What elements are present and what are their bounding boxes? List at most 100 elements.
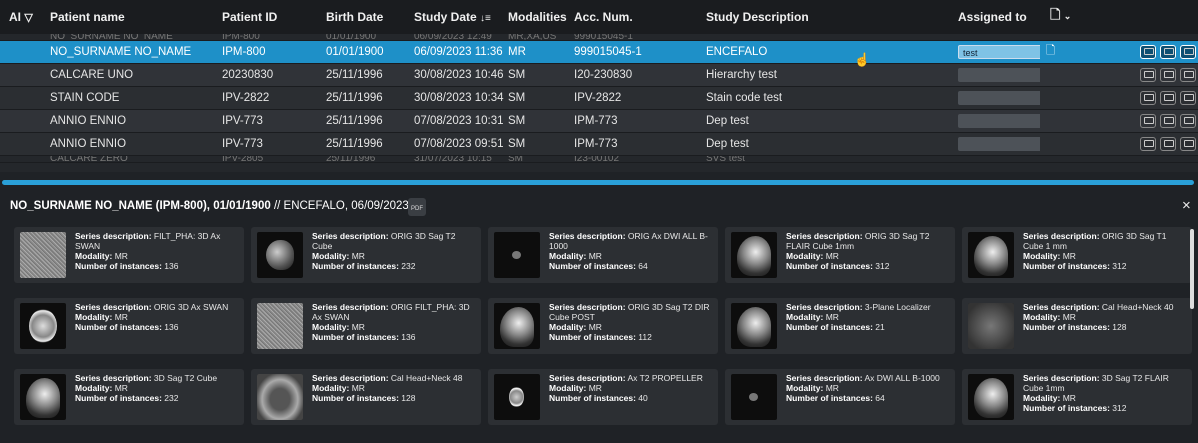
- series-thumbnail[interactable]: [968, 303, 1014, 349]
- cell-study-description: Hierarchy test: [686, 63, 942, 87]
- table-row[interactable]: STAIN CODE IPV-2822 25/11/1996 30/08/2023 1…: [0, 86, 1198, 110]
- header-study-description[interactable]: Study Description: [686, 0, 942, 34]
- header-assigned-to[interactable]: Assigned to: [942, 0, 1040, 34]
- open-report-button[interactable]: [1160, 45, 1176, 59]
- assigned-to-select[interactable]: ⌄: [958, 114, 1040, 128]
- header-study-date[interactable]: Study Date ↓≡: [404, 0, 508, 34]
- series-thumbnail[interactable]: [257, 303, 303, 349]
- open-report-button[interactable]: [1160, 114, 1176, 128]
- series-thumbnail[interactable]: [494, 303, 540, 349]
- cell-patient-name: STAIN CODE: [50, 86, 222, 110]
- series-thumbnail[interactable]: [731, 303, 777, 349]
- cell-assigned-to: ⌄: [942, 132, 1040, 156]
- series-card[interactable]: Series description: FILT_PHA: 3D Ax SWAN…: [14, 227, 244, 283]
- open-more-button[interactable]: [1180, 45, 1196, 59]
- series-card[interactable]: Series description: 3-Plane Localizer Mod…: [725, 298, 955, 354]
- series-thumbnail[interactable]: [20, 303, 66, 349]
- open-viewer-button[interactable]: [1140, 114, 1156, 128]
- open-more-button[interactable]: [1180, 114, 1196, 128]
- series-card[interactable]: Series description: ORIG 3D Sag T2 Cube M…: [251, 227, 481, 283]
- assigned-to-select[interactable]: ⌄: [958, 137, 1040, 151]
- cell-study-description: Dep test: [686, 132, 942, 156]
- open-viewer-button[interactable]: [1140, 45, 1156, 59]
- series-card[interactable]: Series description: ORIG 3D Ax SWAN Modal…: [14, 298, 244, 354]
- open-viewer-button[interactable]: [1140, 91, 1156, 105]
- cell-actions: [1126, 86, 1198, 110]
- series-thumbnail[interactable]: [20, 374, 66, 420]
- series-description: Series description: 3D Sag T2 FLAIR Cube…: [1023, 373, 1169, 393]
- series-card[interactable]: Series description: Cal Head+Neck 40 Moda…: [962, 298, 1192, 354]
- series-card[interactable]: Series description: ORIG Ax DWI ALL B-10…: [488, 227, 718, 283]
- series-modality: Modality: MR: [1023, 251, 1076, 261]
- open-more-button[interactable]: [1180, 68, 1196, 82]
- open-report-button[interactable]: [1160, 91, 1176, 105]
- header-birth-date[interactable]: Birth Date: [326, 0, 404, 34]
- header-patient-name[interactable]: Patient name: [50, 0, 222, 34]
- chevron-down-icon[interactable]: ⌄: [1064, 11, 1072, 21]
- cell-patient-name: ANNIO ENNIO: [50, 109, 222, 133]
- cell-modalities: SM: [508, 63, 574, 87]
- sagittal-head-thumbnail: [974, 236, 1008, 276]
- series-thumbnail[interactable]: [494, 232, 540, 278]
- document-settings-icon[interactable]: 🗋: [1040, 45, 1055, 57]
- series-card[interactable]: Series description: ORIG FILT_PHA: 3D Ax…: [251, 298, 481, 354]
- document-icon[interactable]: 🗋: [1050, 7, 1060, 22]
- series-thumbnail[interactable]: [257, 374, 303, 420]
- panel-resize-bar[interactable]: [2, 180, 1194, 185]
- series-thumbnail[interactable]: [968, 232, 1014, 278]
- assigned-to-select[interactable]: ⌄: [958, 91, 1040, 105]
- series-thumbnail[interactable]: [731, 232, 777, 278]
- series-card[interactable]: Series description: Ax DWI ALL B-1000 Mod…: [725, 369, 955, 425]
- open-report-button[interactable]: [1160, 68, 1176, 82]
- sort-desc-icon[interactable]: ↓≡: [480, 13, 491, 24]
- series-info: Series description: Cal Head+Neck 40 Moda…: [1023, 302, 1189, 332]
- series-description: Series description: ORIG 3D Sag T2 FLAIR…: [786, 231, 930, 251]
- table-row[interactable]: CALCARE UNO 20230830 25/11/1996 30/08/2023 …: [0, 63, 1198, 87]
- open-more-button[interactable]: [1180, 137, 1196, 151]
- open-report-button[interactable]: [1160, 137, 1176, 151]
- cell-study-date: 07/08/2023 10:31: [404, 109, 508, 133]
- series-card[interactable]: Series description: Cal Head+Neck 48 Moda…: [251, 369, 481, 425]
- series-thumbnail[interactable]: [494, 374, 540, 420]
- series-card[interactable]: Series description: Ax T2 PROPELLER Modal…: [488, 369, 718, 425]
- filter-icon[interactable]: ▽: [24, 12, 32, 24]
- cell-actions: [1126, 63, 1198, 87]
- table-row-partial[interactable]: CALCARE ZERO IPV-2805 25/11/1996 31/07/2023…: [0, 155, 1198, 163]
- cell-document: [1040, 132, 1126, 156]
- assigned-to-select[interactable]: ⌄: [958, 68, 1040, 82]
- series-thumbnail[interactable]: [731, 374, 777, 420]
- cell-birth-date: 25/11/1996: [326, 155, 404, 163]
- header-document-menu[interactable]: 🗋 ⌄: [1040, 0, 1126, 34]
- series-card[interactable]: Series description: ORIG 3D Sag T2 DIR C…: [488, 298, 718, 354]
- series-description: Series description: Ax DWI ALL B-1000: [786, 373, 940, 383]
- assigned-to-input[interactable]: test: [958, 45, 1040, 59]
- cell-patient-id: IPV-773: [222, 132, 326, 156]
- series-thumbnail[interactable]: [968, 374, 1014, 420]
- series-modality: Modality: MR: [549, 251, 602, 261]
- table-row[interactable]: ANNIO ENNIO IPV-773 25/11/1996 07/08/2023 1…: [0, 109, 1198, 133]
- cell-acc-num: 999015045-1: [574, 40, 686, 64]
- open-viewer-button[interactable]: [1140, 137, 1156, 151]
- sagittal-head-thumbnail: [737, 236, 771, 276]
- cell-study-date: 06/09/2023 11:36: [404, 40, 508, 64]
- open-viewer-button[interactable]: [1140, 68, 1156, 82]
- table-row[interactable]: ANNIO ENNIO IPV-773 25/11/1996 07/08/2023 0…: [0, 132, 1198, 156]
- series-card[interactable]: Series description: ORIG 3D Sag T2 FLAIR…: [725, 227, 955, 283]
- header-ai[interactable]: AI ▽: [0, 0, 50, 34]
- series-thumbnail[interactable]: [20, 232, 66, 278]
- pdf-icon[interactable]: PDF: [408, 198, 426, 216]
- cell-modalities: SM: [508, 132, 574, 156]
- close-icon[interactable]: ×: [1182, 197, 1191, 214]
- series-scrollbar[interactable]: [1190, 229, 1194, 309]
- series-thumbnail[interactable]: [257, 232, 303, 278]
- sagittal-head-thumbnail: [737, 307, 771, 347]
- series-card[interactable]: Series description: 3D Sag T2 FLAIR Cube…: [962, 369, 1192, 425]
- open-more-button[interactable]: [1180, 91, 1196, 105]
- series-card[interactable]: Series description: 3D Sag T2 Cube Modali…: [14, 369, 244, 425]
- cell-patient-id: IPV-2822: [222, 86, 326, 110]
- series-card[interactable]: Series description: ORIG 3D Sag T1 Cube …: [962, 227, 1192, 283]
- header-acc-num[interactable]: Acc. Num.: [574, 0, 686, 34]
- table-row[interactable]: NO_SURNAME NO_NAME IPM-800 01/01/1900 06/09…: [0, 40, 1198, 64]
- header-modalities[interactable]: Modalities: [508, 0, 574, 34]
- header-patient-id[interactable]: Patient ID: [222, 0, 326, 34]
